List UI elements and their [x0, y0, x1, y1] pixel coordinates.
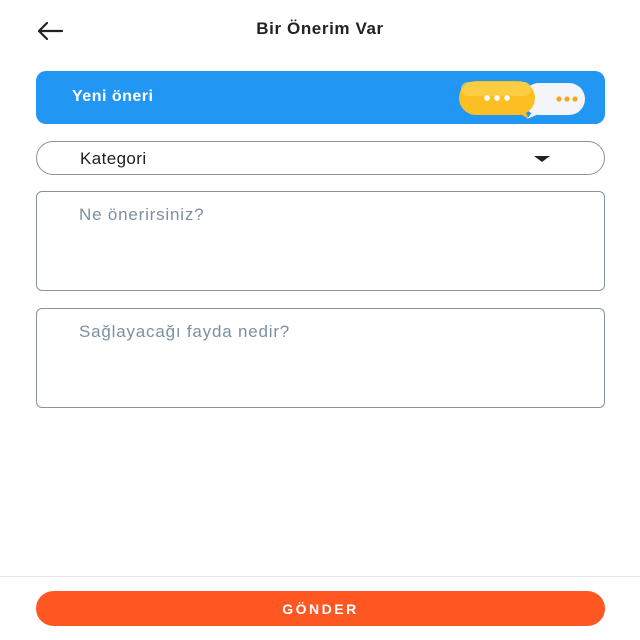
page-title: Bir Önerim Var: [256, 19, 384, 38]
footer-divider: [0, 576, 640, 577]
suggestion-input[interactable]: [37, 192, 604, 290]
app-header: Bir Önerim Var: [0, 0, 640, 60]
benefit-input[interactable]: [37, 309, 604, 407]
caret-down-icon: [534, 156, 550, 162]
banner-title: Yeni öneri: [72, 88, 154, 105]
category-select[interactable]: Kategori: [36, 141, 605, 175]
benefit-field: [36, 308, 605, 408]
new-suggestion-banner: Yeni öneri: [36, 71, 605, 124]
suggestion-screen: Bir Önerim Var Yeni öneri Kategori Ne ön…: [0, 0, 640, 640]
chat-bubbles-icon: [459, 81, 585, 119]
suggestion-field: [36, 191, 605, 291]
category-selected-value: Kategori: [80, 149, 147, 168]
submit-label: GÖNDER: [282, 600, 359, 617]
submit-button[interactable]: GÖNDER: [36, 591, 605, 626]
